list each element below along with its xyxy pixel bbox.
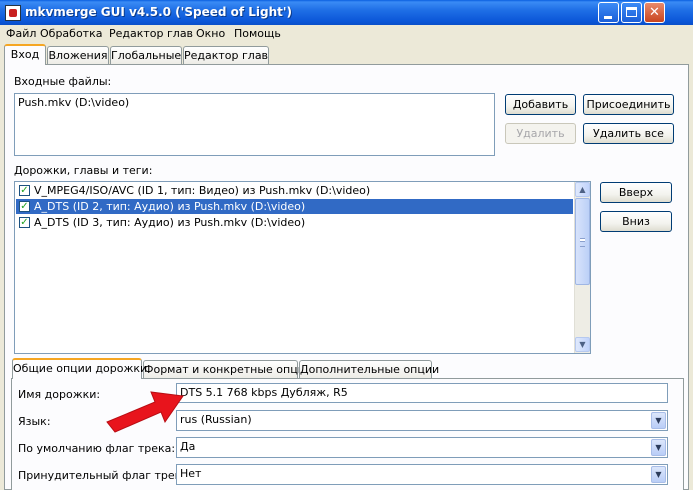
checkbox-checked-icon[interactable]: ✓ [19,217,30,228]
add-button[interactable]: Добавить [505,94,576,115]
menu-bar: Файл Обработка Редактор глав Окно Помощь [0,25,693,42]
scroll-down-icon[interactable]: ▼ [575,337,590,352]
tab-attachments[interactable]: Вложения [47,46,109,65]
default-flag-value: Да [180,440,196,453]
move-down-button[interactable]: Вниз [600,211,672,232]
checkbox-checked-icon[interactable]: ✓ [19,185,30,196]
menu-window[interactable]: Окно [196,27,225,40]
maximize-icon [626,7,637,17]
tab-chapter-editor[interactable]: Редактор глав [183,46,269,65]
forced-flag-label: Принудительный флаг трека: [18,469,192,482]
minimize-button[interactable] [598,2,619,23]
language-value: rus (Russian) [180,413,252,426]
tab-general-track-options[interactable]: Общие опции дорожки [12,358,147,379]
menu-help[interactable]: Помощь [234,27,281,40]
window-title: mkvmerge GUI v4.5.0 ('Speed of Light') [25,5,293,19]
tab-global[interactable]: Глобальные [110,46,182,65]
track-label: V_MPEG4/ISO/AVC (ID 1, тип: Видео) из Pu… [34,184,371,197]
maximize-button[interactable] [621,2,642,23]
track-row-selected[interactable]: ✓ A_DTS (ID 2, тип: Аудио) из Push.mkv (… [16,199,573,214]
language-select[interactable]: rus (Russian) ▼ [176,410,668,431]
default-flag-select[interactable]: Да ▼ [176,437,668,458]
tracks-list[interactable]: ✓ V_MPEG4/ISO/AVC (ID 1, тип: Видео) из … [14,181,591,354]
menu-chapter-editor[interactable]: Редактор глав [109,27,193,40]
annotation-arrow-icon [106,391,184,433]
forced-flag-value: Нет [180,467,202,480]
track-name-field[interactable]: DTS 5.1 768 kbps Дубляж, R5 [176,383,668,403]
input-files-label: Входные файлы: [14,75,112,88]
language-label: Язык: [18,415,51,428]
track-name-label: Имя дорожки: [18,388,101,401]
tab-extra-options[interactable]: Дополнительные опции [299,360,439,379]
remove-button[interactable]: Удалить [505,123,576,144]
input-files-list[interactable]: Push.mkv (D:\video) [14,93,495,156]
track-row[interactable]: ✓ A_DTS (ID 3, тип: Аудио) из Push.mkv (… [16,215,573,230]
track-row[interactable]: ✓ V_MPEG4/ISO/AVC (ID 1, тип: Видео) из … [16,183,573,198]
track-label: A_DTS (ID 3, тип: Аудио) из Push.mkv (D:… [34,216,306,229]
append-button[interactable]: Присоединить [583,94,674,115]
track-label: A_DTS (ID 2, тип: Аудио) из Push.mkv (D:… [34,200,306,213]
menu-processing[interactable]: Обработка [40,27,102,40]
chevron-down-icon[interactable]: ▼ [651,439,666,456]
chevron-down-icon[interactable]: ▼ [651,466,666,483]
minimize-icon [604,16,612,19]
move-up-button[interactable]: Вверх [600,182,672,203]
tab-format-specific-options[interactable]: Формат и конкретные опции [143,360,312,379]
scroll-up-icon[interactable]: ▲ [575,182,590,197]
remove-all-button[interactable]: Удалить все [583,123,674,144]
scroll-thumb[interactable] [575,198,590,285]
tracks-scrollbar[interactable]: ▲ ▼ [574,182,590,353]
title-bar: mkvmerge GUI v4.5.0 ('Speed of Light') ✕ [0,0,693,25]
checkbox-checked-icon[interactable]: ✓ [19,201,30,212]
forced-flag-select[interactable]: Нет ▼ [176,464,668,485]
menu-file[interactable]: Файл [6,27,36,40]
app-icon[interactable] [5,5,21,21]
close-button[interactable]: ✕ [644,2,665,23]
tab-input[interactable]: Вход [4,44,46,65]
chevron-down-icon[interactable]: ▼ [651,412,666,429]
tracks-label: Дорожки, главы и теги: [14,164,153,177]
close-icon: ✕ [649,5,660,20]
default-flag-label: По умолчанию флаг трека: [18,442,176,455]
list-item[interactable]: Push.mkv (D:\video) [18,96,129,109]
